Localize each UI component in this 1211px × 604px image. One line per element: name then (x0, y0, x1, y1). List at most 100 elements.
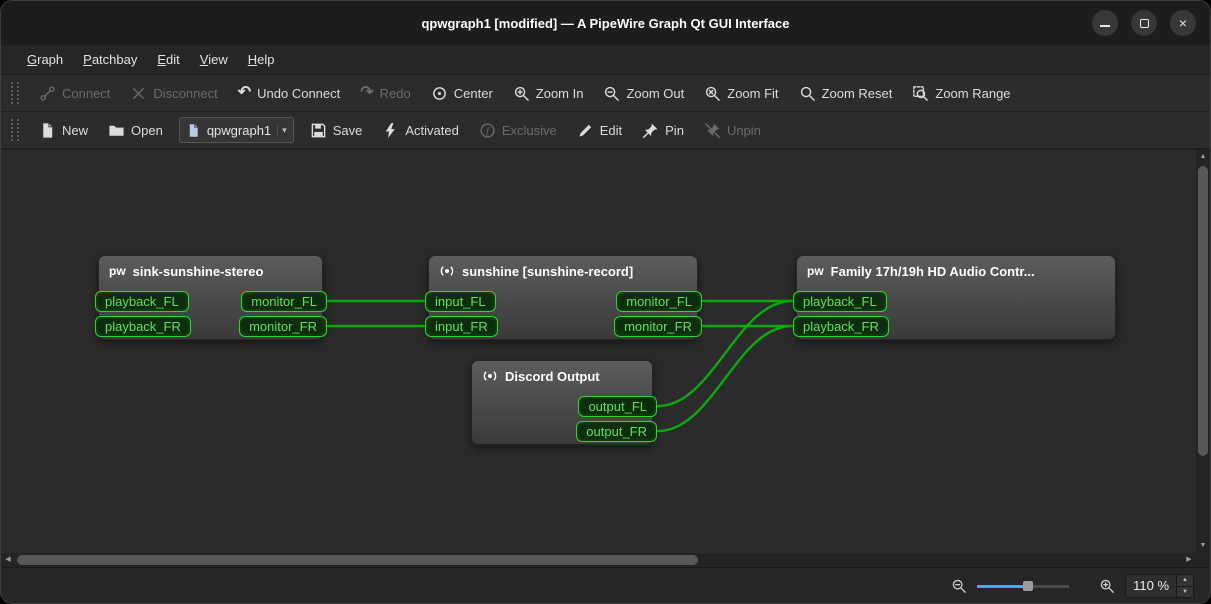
node-discord-output[interactable]: Discord Output output_FL output_FR (471, 360, 653, 445)
zoom-spinbox[interactable]: 110 % ▲ ▼ (1125, 574, 1194, 598)
zoom-range-label: Zoom Range (935, 86, 1010, 101)
port-row: playback_FR monitor_FR (99, 314, 322, 339)
port-out[interactable]: monitor_FR (239, 316, 327, 337)
audio-device-icon (482, 368, 498, 384)
maximize-button[interactable] (1131, 10, 1157, 36)
chevron-down-icon: ▾ (277, 125, 287, 136)
undo-icon: ↶ (238, 85, 251, 101)
app-window: qpwgraph1 [modified] — A PipeWire Graph … (0, 0, 1211, 604)
vertical-scrollbar[interactable]: ▲ ▼ (1196, 150, 1210, 553)
unpin-label: Unpin (727, 123, 761, 138)
pin-icon (642, 122, 659, 139)
disconnect-button[interactable]: Disconnect (122, 81, 225, 106)
new-file-icon (39, 122, 56, 139)
port-in[interactable]: playback_FR (95, 316, 191, 337)
node-title: Family 17h/19h HD Audio Contr... (831, 264, 1035, 279)
minimize-button[interactable] (1092, 10, 1118, 36)
redo-button[interactable]: ↷ Redo (352, 81, 418, 105)
horizontal-scrollbar[interactable]: ◀ ▶ (1, 553, 1196, 567)
patchbay-profile-combo[interactable]: qpwgraph1 ▾ (179, 117, 294, 143)
scrollbar-corner (1196, 553, 1210, 567)
zoom-value[interactable]: 110 % (1126, 575, 1176, 597)
menu-graph[interactable]: Graph (17, 45, 73, 74)
menu-view[interactable]: View (190, 45, 238, 74)
pin-button[interactable]: Pin (634, 118, 692, 143)
graph-canvas[interactable]: pw sink-sunshine-stereo playback_FL moni… (1, 149, 1210, 567)
scroll-up-icon[interactable]: ▲ (1196, 150, 1210, 164)
unpin-icon (704, 122, 721, 139)
port-out[interactable]: monitor_FR (614, 316, 702, 337)
port-in[interactable]: playback_FR (793, 316, 889, 337)
zoom-slider-fill (977, 585, 1028, 588)
menu-edit[interactable]: Edit (147, 45, 189, 74)
zoom-slider-handle[interactable] (1023, 581, 1033, 591)
vertical-scrollbar-thumb[interactable] (1198, 166, 1208, 456)
scroll-down-icon[interactable]: ▼ (1196, 539, 1210, 553)
port-out[interactable]: output_FL (578, 396, 657, 417)
connect-button[interactable]: Connect (31, 81, 118, 106)
titlebar: qpwgraph1 [modified] — A PipeWire Graph … (1, 1, 1210, 45)
pipewire-icon: pw (109, 265, 126, 277)
open-folder-icon (108, 122, 125, 139)
exclusive-toggle[interactable]: f Exclusive (471, 118, 565, 143)
node-sink-sunshine-stereo[interactable]: pw sink-sunshine-stereo playback_FL moni… (98, 255, 323, 340)
toolbar-drag-handle[interactable] (11, 119, 19, 141)
node-header: sunshine [sunshine-record] (429, 256, 697, 286)
graph-toolbar: Connect Disconnect ↶ Undo Connect ↷ Redo… (1, 75, 1210, 112)
port-in[interactable]: input_FR (425, 316, 498, 337)
activated-toggle[interactable]: Activated (374, 118, 466, 143)
center-label: Center (454, 86, 493, 101)
node-title: Discord Output (505, 369, 600, 384)
connect-label: Connect (62, 86, 110, 101)
save-icon (310, 122, 327, 139)
close-button[interactable]: × (1170, 10, 1196, 36)
connection-wires (1, 150, 1210, 567)
port-in[interactable]: input_FL (425, 291, 496, 312)
port-in[interactable]: playback_FL (95, 291, 189, 312)
new-button[interactable]: New (31, 118, 96, 143)
node-family-hd-audio[interactable]: pw Family 17h/19h HD Audio Contr... play… (796, 255, 1116, 340)
zoom-out-small-icon[interactable] (951, 578, 967, 594)
scroll-left-icon[interactable]: ◀ (1, 553, 15, 567)
port-out[interactable]: output_FR (576, 421, 657, 442)
zoom-reset-button[interactable]: Zoom Reset (791, 81, 901, 106)
menu-patchbay[interactable]: Patchbay (73, 45, 147, 74)
spin-down-icon[interactable]: ▼ (1177, 587, 1193, 598)
spin-up-icon[interactable]: ▲ (1177, 575, 1193, 587)
port-in[interactable]: playback_FL (793, 291, 887, 312)
zoom-in-button[interactable]: Zoom In (505, 81, 592, 106)
zoom-fit-button[interactable]: Zoom Fit (696, 81, 786, 106)
zoom-out-button[interactable]: Zoom Out (595, 81, 692, 106)
zoom-fit-icon (704, 85, 721, 102)
zoom-slider[interactable] (977, 579, 1069, 593)
center-button[interactable]: Center (423, 81, 501, 106)
zoom-fit-label: Zoom Fit (727, 86, 778, 101)
port-row: output_FR (472, 419, 652, 444)
toolbar-drag-handle[interactable] (11, 82, 19, 104)
port-out[interactable]: monitor_FL (616, 291, 702, 312)
exclusive-label: Exclusive (502, 123, 557, 138)
disconnect-label: Disconnect (153, 86, 217, 101)
activated-label: Activated (405, 123, 458, 138)
unpin-button[interactable]: Unpin (696, 118, 769, 143)
menu-help[interactable]: Help (238, 45, 285, 74)
zoom-range-button[interactable]: Zoom Range (904, 81, 1018, 106)
zoom-in-small-icon[interactable] (1099, 578, 1115, 594)
edit-button[interactable]: Edit (569, 118, 630, 143)
undo-connect-button[interactable]: ↶ Undo Connect (230, 81, 349, 105)
exclusive-icon: f (479, 122, 496, 139)
node-header: pw sink-sunshine-stereo (99, 256, 322, 286)
profile-name: qpwgraph1 (207, 123, 271, 138)
open-button[interactable]: Open (100, 118, 171, 143)
scroll-right-icon[interactable]: ▶ (1182, 553, 1196, 567)
node-sunshine-record[interactable]: sunshine [sunshine-record] input_FL moni… (428, 255, 698, 340)
horizontal-scrollbar-thumb[interactable] (17, 555, 698, 565)
close-icon: × (1179, 15, 1187, 31)
save-button[interactable]: Save (302, 118, 371, 143)
port-out[interactable]: monitor_FL (241, 291, 327, 312)
connection-wire[interactable] (658, 326, 792, 431)
node-title: sink-sunshine-stereo (133, 264, 264, 279)
zoom-in-icon (513, 85, 530, 102)
pin-label: Pin (665, 123, 684, 138)
pencil-icon (577, 122, 594, 139)
